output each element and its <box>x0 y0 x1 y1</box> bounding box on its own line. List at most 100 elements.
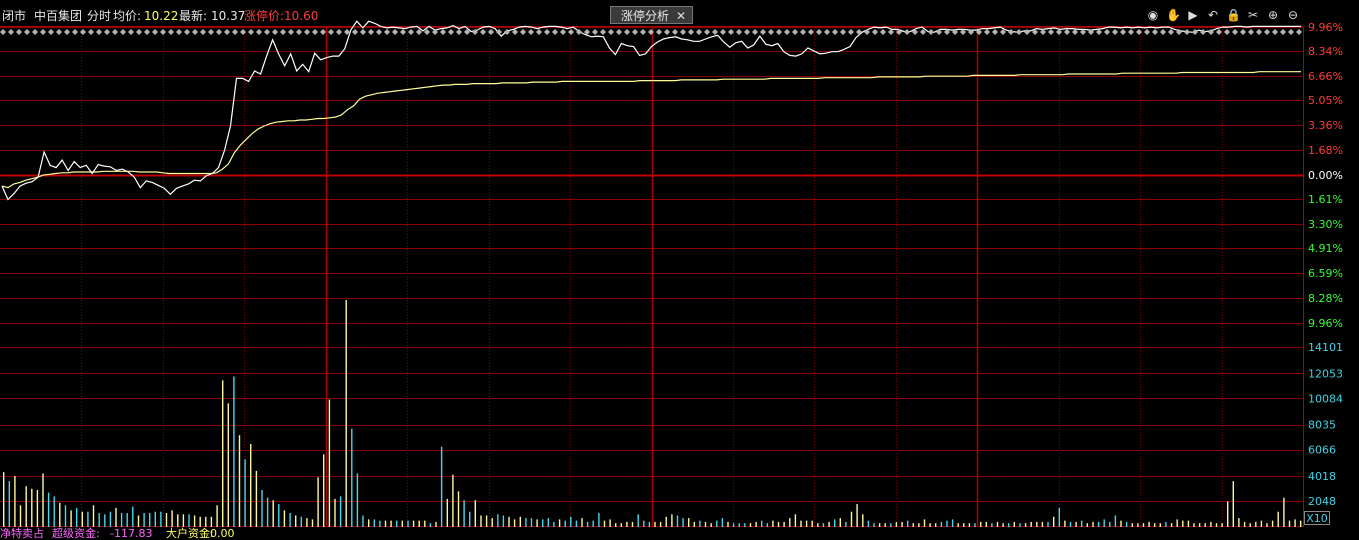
chart-grid <box>0 26 1304 527</box>
volume-bar <box>429 523 432 527</box>
volume-bar <box>530 518 533 527</box>
limit-up-marker <box>56 29 62 35</box>
volume-bar <box>1069 521 1072 527</box>
volume-bar <box>1187 520 1190 527</box>
undo-icon[interactable]: ↶ <box>1206 8 1220 22</box>
volume-bar <box>586 521 589 527</box>
avg-price-value: 10.22 <box>144 9 179 23</box>
limit-up-marker <box>352 29 358 35</box>
scissors-icon[interactable]: ✂ <box>1246 8 1260 22</box>
volume-bar <box>109 511 112 527</box>
volume-bar <box>261 490 263 527</box>
volume-bar <box>480 515 482 527</box>
volume-bar <box>1221 523 1223 527</box>
volume-bar <box>1255 521 1257 527</box>
limit-up-marker <box>408 29 414 35</box>
limit-up-marker <box>728 29 734 35</box>
limit-up-marker <box>192 29 198 35</box>
volume-bar <box>1125 521 1128 527</box>
volume-bar <box>92 505 95 527</box>
volume-bar <box>3 472 5 527</box>
volume-bar <box>951 519 954 527</box>
limit-up-marker <box>1104 29 1110 35</box>
limit-up-marker <box>640 29 646 35</box>
volume-bar <box>1159 523 1161 527</box>
limit-up-marker <box>672 29 678 35</box>
limit-up-marker <box>1216 29 1222 35</box>
volume-scale-badge[interactable]: X10 <box>1304 511 1330 525</box>
lock-icon[interactable]: 🔒 <box>1226 8 1241 22</box>
volume-bar <box>1243 521 1246 527</box>
volume-bar <box>716 520 718 527</box>
volume-bar <box>564 520 566 527</box>
volume-bar <box>137 515 140 527</box>
volume-bar <box>104 514 106 528</box>
volume-bar <box>1238 518 1240 527</box>
price-tick-down: 9.96% <box>1308 317 1343 330</box>
zoom-out-icon[interactable]: ⊖ <box>1286 8 1300 22</box>
volume-bar <box>1271 520 1274 527</box>
limit-up-marker <box>536 29 542 35</box>
chart-mode[interactable]: 分时 <box>87 6 111 26</box>
zoom-in-icon[interactable]: ⊕ <box>1266 8 1280 22</box>
hand-icon[interactable]: ✋ <box>1166 8 1181 22</box>
volume-bar <box>654 521 656 527</box>
volume-bar <box>132 506 134 527</box>
volume-bar <box>873 523 875 527</box>
volume-bar <box>1075 521 1077 527</box>
volume-bar <box>14 476 16 527</box>
limit-up-marker <box>1112 29 1118 35</box>
volume-bar <box>766 523 768 527</box>
volume-bar <box>222 380 224 527</box>
volume-bar <box>278 504 280 527</box>
volume-bar <box>525 518 527 527</box>
limit-up-analysis-button[interactable]: 涨停分析 ✕ <box>610 6 693 24</box>
limit-up-marker <box>1120 29 1126 35</box>
volume-bar <box>1266 523 1268 527</box>
volume-bar <box>98 513 100 527</box>
volume-bar <box>165 513 168 527</box>
volume-bar <box>171 510 173 527</box>
limit-up-marker <box>832 29 838 35</box>
volume-bar <box>536 519 538 527</box>
volume-bar <box>1198 523 1201 527</box>
limit-up-marker <box>32 29 38 35</box>
limit-up-marker <box>1256 29 1262 35</box>
net-label: 净特卖占 <box>0 527 44 540</box>
limit-up-marker <box>768 29 774 35</box>
close-icon[interactable]: ✕ <box>676 7 686 25</box>
volume-bar <box>542 519 544 527</box>
limit-up-marker <box>848 29 854 35</box>
volume-bar <box>659 521 662 527</box>
volume-bar <box>351 428 353 527</box>
limit-up-marker <box>1072 29 1078 35</box>
volume-bar <box>862 514 864 528</box>
limit-up-marker <box>440 29 446 35</box>
volume-bar <box>1227 501 1229 527</box>
limit-up-marker <box>712 29 718 35</box>
eye-icon[interactable]: ◉ <box>1146 8 1160 22</box>
volume-bar <box>76 507 78 527</box>
volume-bar <box>1165 521 1167 527</box>
limit-up-marker <box>392 29 398 35</box>
intraday-chart[interactable]: 9.96% 8.34% 6.66% 5.05% 3.36% 1.68% 0.00% 1.61%… <box>0 0 1359 539</box>
play-icon[interactable]: ▶ <box>1186 8 1200 22</box>
volume-bar <box>238 435 241 527</box>
stock-name[interactable]: 中百集团 <box>34 6 82 26</box>
volume-bar <box>878 523 881 527</box>
volume-bar <box>452 474 454 527</box>
volume-bar <box>334 498 336 527</box>
volume-bar <box>266 497 269 527</box>
volume-bar <box>1204 523 1206 527</box>
volume-tick: 8035 <box>1308 419 1336 432</box>
limit-up-marker <box>928 29 934 35</box>
volume-bar <box>42 473 44 527</box>
price-tick-down: 8.28% <box>1308 292 1343 305</box>
limit-up-marker <box>336 29 342 35</box>
limit-up-marker <box>784 29 790 35</box>
volume-bar <box>704 521 707 527</box>
volume-bar <box>777 521 780 527</box>
limit-up-marker <box>1184 29 1190 35</box>
limit-up-marker <box>448 29 454 35</box>
volume-bar <box>1249 523 1251 527</box>
